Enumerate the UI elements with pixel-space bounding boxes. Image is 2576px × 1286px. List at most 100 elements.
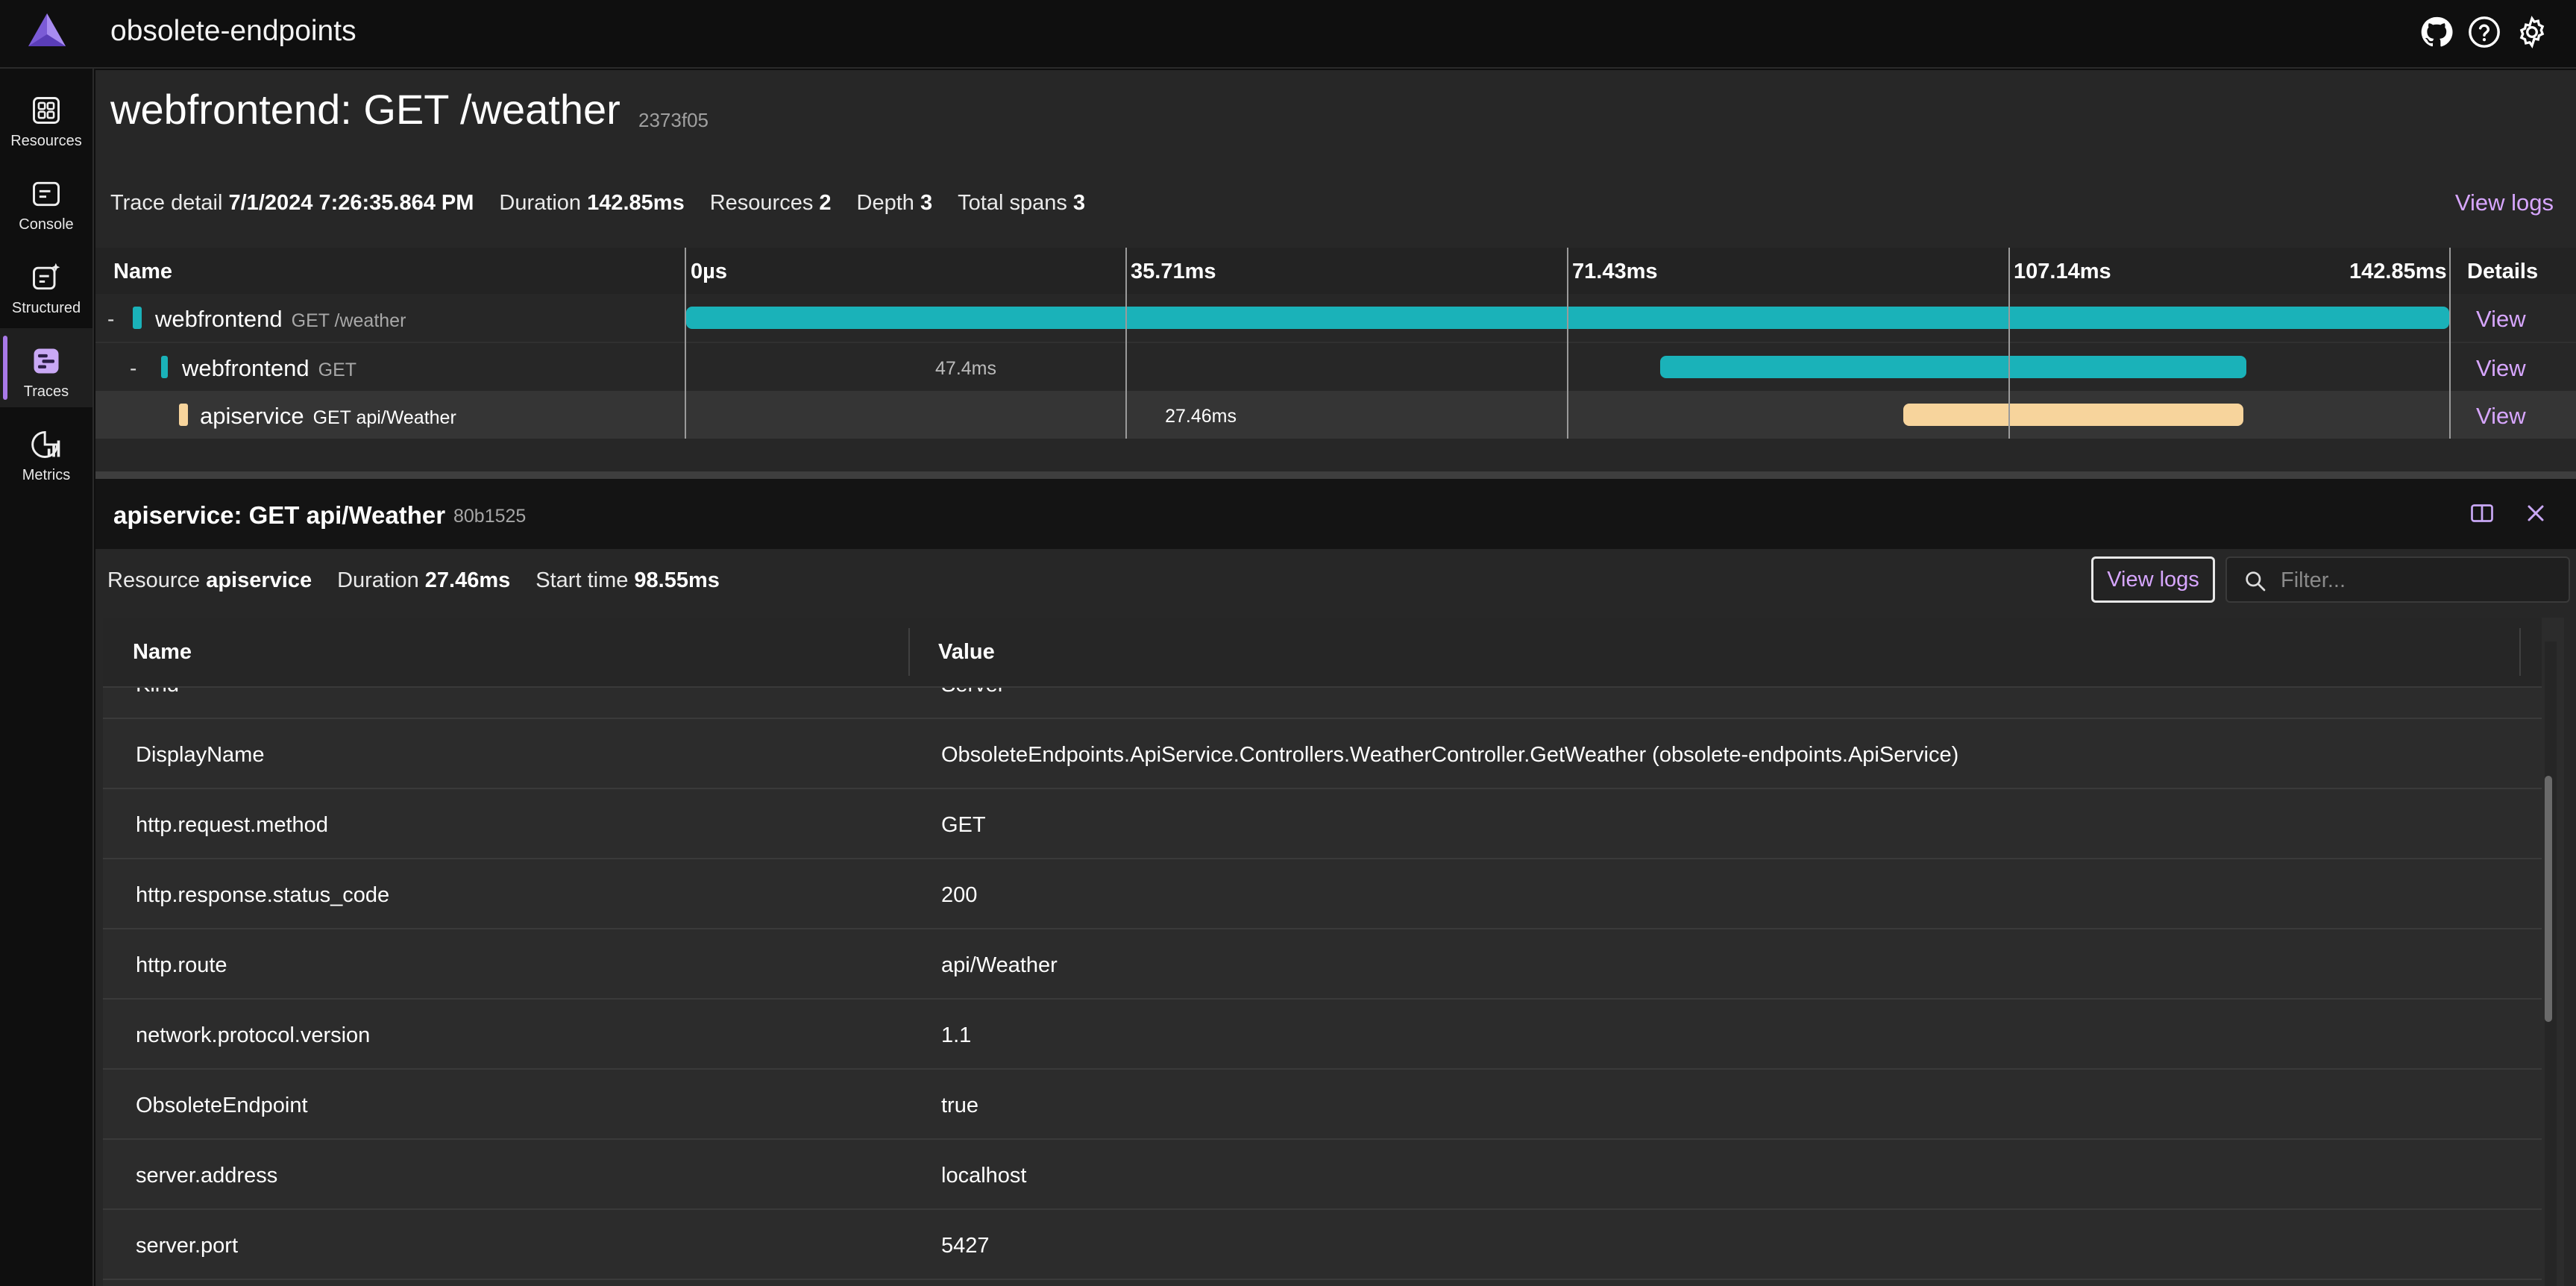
trace-id: 2373f05 [638,109,709,131]
span-view-link[interactable]: View [2476,306,2526,333]
attribute-value: GET [941,813,986,837]
tick-label: 71.43ms [1572,260,1658,283]
trace-summary: Trace detail 7/1/2024 7:26:35.864 PM Dur… [110,191,1085,216]
table-row[interactable]: http.response.status_code 200 [103,859,2542,929]
metrics-icon [31,431,60,458]
attribute-name: Kind [136,688,179,697]
timeline-gridline [2008,248,2010,439]
span-duration-label: 27.46ms [1165,406,1237,427]
search-icon [2246,571,2266,592]
attribute-value: 1.1 [941,1023,972,1047]
tick-label: 142.85ms [2349,260,2447,283]
structured-icon [33,263,60,290]
table-row[interactable]: ObsoleteEndpoint true [103,1070,2542,1140]
nav-label: Structured [11,300,81,316]
timeline-gridline [1125,248,1127,439]
timeline-gridline [1567,248,1568,439]
timeline-gridline [685,248,686,439]
service-color-chip [133,307,142,329]
attribute-value: localhost [941,1164,1027,1188]
duration-item: Duration 142.85ms [499,191,685,215]
span-bar[interactable] [1660,356,2246,378]
attribute-name: ObsoleteEndpoint [136,1094,308,1117]
span-row-selected[interactable]: apiservice GET api/Weather 27.46ms View [95,391,2576,439]
close-icon[interactable] [2522,500,2549,527]
service-color-chip [179,404,188,426]
nav-label: Traces [23,383,69,400]
attribute-name: http.route [136,953,227,977]
table-row[interactable]: Kind Server [103,688,2542,719]
attribute-name: DisplayName [136,743,265,767]
name-column-header: Name [113,260,172,283]
span-service-name: apiservice GET api/Weather [200,403,456,429]
table-row[interactable]: server.address localhost [103,1140,2542,1210]
trace-detail-item: Trace detail 7/1/2024 7:26:35.864 PM [110,191,474,215]
resource-item: Resource apiservice [107,568,312,592]
filter-input[interactable] [2281,565,2557,595]
attribute-value: Server [941,688,1005,697]
console-icon [33,181,60,207]
attribute-name: network.protocol.version [136,1023,371,1047]
span-view-link[interactable]: View [2476,355,2526,382]
table-row[interactable]: http.request.method GET [103,789,2542,859]
split-layout-icon[interactable] [2469,500,2495,527]
view-logs-link[interactable]: View logs [2455,189,2554,216]
attribute-name: http.request.method [136,813,328,837]
nav-label: Metrics [22,467,71,483]
attribute-value: ObsoleteEndpoints.ApiService.Controllers… [941,743,1959,767]
github-icon[interactable] [2419,15,2454,49]
table-row[interactable]: server.port 5427 [103,1210,2542,1280]
table-row[interactable]: DisplayName ObsoleteEndpoints.ApiService.… [103,719,2542,789]
grid-body: Kind Server DisplayName ObsoleteEndpoints.… [103,688,2542,1286]
view-logs-button[interactable]: View logs [2091,556,2215,603]
span-summary: Resource apiservice Duration 27.46ms Sta… [107,568,720,593]
panel-splitter[interactable] [95,471,2576,479]
top-icons [2419,15,2549,49]
aspire-logo-icon[interactable] [27,12,67,49]
duration-item: Duration 27.46ms [337,568,511,592]
column-resize-handle[interactable] [2519,628,2521,676]
nav-item-console[interactable]: Console [0,161,92,240]
help-icon[interactable] [2467,15,2501,49]
grid-icon [33,97,60,124]
left-navigation: Resources Console Structured Traces Metr… [0,69,94,1286]
vertical-scrollbar[interactable] [2545,642,2557,1286]
column-resize-handle[interactable] [908,628,910,676]
table-row[interactable]: network.protocol.version 1.1 [103,1000,2542,1070]
resources-item: Resources 2 [709,191,832,215]
start-time-item: Start time 98.55ms [535,568,720,592]
scrollbar-thumb[interactable] [2545,776,2552,1022]
collapse-toggle[interactable]: - [107,307,114,331]
nav-item-traces[interactable]: Traces [0,328,92,407]
settings-gear-icon[interactable] [2515,15,2549,49]
timeline-gridline [2449,248,2451,439]
attribute-name: http.response.status_code [136,883,390,907]
collapse-toggle[interactable]: - [130,357,136,380]
nav-item-structured[interactable]: Structured [0,245,92,324]
table-row[interactable]: http.route api/Weather [103,929,2542,1000]
attribute-name: server.port [136,1234,238,1258]
attribute-value: 200 [941,883,978,907]
span-id: 80b1525 [453,506,527,527]
attribute-value: api/Weather [941,953,1058,977]
attributes-grid: Name Value Kind Server DisplayName Obsolet… [103,618,2564,1286]
timeline-header: Name 0µs 35.71ms 71.43ms 107.14ms 142.85… [95,248,2576,294]
name-column-header[interactable]: Name [133,640,192,665]
nav-item-resources[interactable]: Resources [0,78,92,157]
service-color-chip [161,356,168,378]
page-title: webfrontend: GET /weather [110,86,621,133]
span-view-link[interactable]: View [2476,403,2526,430]
span-detail-header: apiservice: GET api/Weather 80b1525 [95,479,2576,549]
span-service-name: webfrontend GET [182,355,357,381]
attribute-value: 5427 [941,1234,990,1258]
span-bar[interactable] [1903,404,2243,426]
value-column-header[interactable]: Value [938,640,995,665]
span-timeline: Name 0µs 35.71ms 71.43ms 107.14ms 142.85… [95,248,2576,439]
span-row[interactable]: - webfrontend GET 47.4ms View [95,343,2576,391]
grid-header: Name Value [103,618,2542,688]
nav-item-metrics[interactable]: Metrics [0,412,92,491]
filter-field[interactable] [2225,556,2570,603]
depth-item: Depth 3 [856,191,933,215]
nav-label: Resources [10,133,82,149]
span-row[interactable]: - webfrontend GET /weather View [95,294,2576,342]
